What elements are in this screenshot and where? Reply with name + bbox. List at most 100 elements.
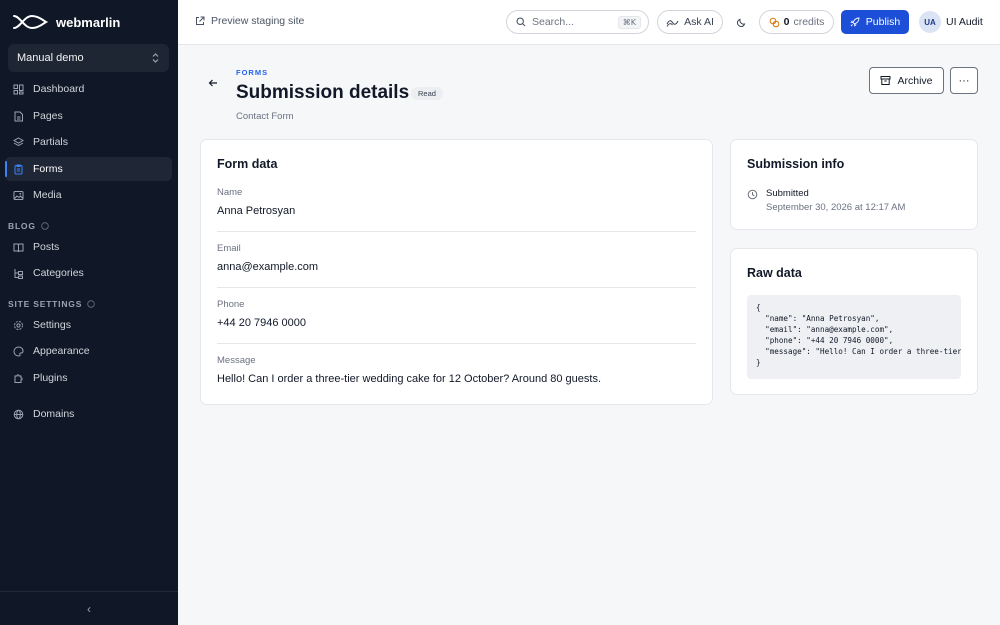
section-label-site-settings: SITE SETTINGS xyxy=(8,299,95,309)
search-shortcut: ⌘K xyxy=(617,15,641,29)
app-name: webmarlin xyxy=(56,14,121,30)
page-title: Submission details xyxy=(236,82,410,103)
sidebar-item-label: Partials xyxy=(33,136,69,148)
submitted-label: Submitted xyxy=(766,188,809,199)
form-icon xyxy=(14,164,23,174)
sidebar-item-media[interactable]: Media xyxy=(5,183,172,207)
ask-ai-label: Ask AI xyxy=(684,16,714,28)
back-button[interactable] xyxy=(205,75,221,91)
card-title: Submission info xyxy=(747,157,845,171)
more-icon: ··· xyxy=(958,74,970,87)
sidebar-item-posts[interactable]: Posts xyxy=(5,235,172,259)
raw-json-block[interactable]: { "name": "Anna Petrosyan", "email": "an… xyxy=(747,295,961,379)
submitted-row: Submitted September 30, 2026 at 12:17 AM xyxy=(747,188,905,213)
palette-icon xyxy=(13,345,24,357)
sidebar-item-label: Pages xyxy=(33,110,63,122)
field-label: Email xyxy=(217,243,241,254)
divider xyxy=(217,287,696,288)
logo[interactable]: webmarlin xyxy=(12,12,120,32)
collapse-sidebar-button[interactable]: ‹ xyxy=(0,591,178,625)
avatar[interactable]: UA xyxy=(919,11,941,33)
status-badge: Read xyxy=(411,87,443,100)
divider xyxy=(217,343,696,344)
sidebar-item-label: Settings xyxy=(33,319,71,331)
field-label: Phone xyxy=(217,299,245,310)
search-placeholder: Search... xyxy=(532,16,575,28)
chevron-up-down-icon xyxy=(152,53,159,63)
user-name[interactable]: UI Audit xyxy=(946,16,983,28)
more-options-button[interactable]: ··· xyxy=(950,67,978,94)
globe-icon xyxy=(13,409,24,419)
submission-info-card: Submission info Submitted September 30, … xyxy=(730,139,978,230)
sidebar-item-label: Plugins xyxy=(33,372,68,384)
credits-label: credits xyxy=(793,16,825,28)
sidebar-item-settings[interactable]: Settings xyxy=(5,313,172,337)
form-data-card: Form data Name Anna Petrosyan Email anna… xyxy=(200,139,713,405)
external-link-icon xyxy=(196,16,205,25)
sidebar-item-partials[interactable]: Partials xyxy=(5,130,172,154)
form-name: Contact Form xyxy=(236,111,294,122)
sidebar: webmarlin Manual demo Dashboard Pages Pa… xyxy=(0,0,178,625)
workspace-name: Manual demo xyxy=(17,52,84,64)
sidebar-item-domains[interactable]: Domains xyxy=(5,402,172,426)
ask-ai-button[interactable]: Ask AI xyxy=(657,10,723,34)
sidebar-item-label: Dashboard xyxy=(33,83,85,95)
breadcrumb[interactable]: FORMS xyxy=(236,68,268,77)
credits-button[interactable]: 0 credits xyxy=(759,10,834,34)
sidebar-item-label: Posts xyxy=(33,241,60,253)
preview-label: Preview staging site xyxy=(211,15,305,27)
fish-logo-icon xyxy=(13,14,48,30)
raw-json-text: { "name": "Anna Petrosyan", "email": "an… xyxy=(756,303,961,367)
sidebar-item-dashboard[interactable]: Dashboard xyxy=(5,77,172,101)
field-message: Message Hello! Can I order a three-tier … xyxy=(217,355,696,385)
preview-staging-link[interactable]: Preview staging site xyxy=(195,15,304,27)
sidebar-item-label: Appearance xyxy=(33,345,90,357)
arrow-left-icon xyxy=(208,79,217,87)
page-icon xyxy=(14,111,23,121)
search-icon xyxy=(516,17,526,27)
sidebar-item-label: Categories xyxy=(33,267,84,279)
sidebar-item-categories[interactable]: Categories xyxy=(5,261,172,285)
layers-icon xyxy=(13,136,24,146)
sidebar-item-label: Forms xyxy=(33,163,63,175)
gear-icon xyxy=(14,320,23,330)
theme-toggle-button[interactable] xyxy=(732,13,750,31)
section-label-blog: BLOG xyxy=(8,221,49,231)
info-icon xyxy=(87,300,95,308)
wave-icon xyxy=(666,19,679,27)
chevron-left-icon: ‹ xyxy=(87,601,91,616)
archive-button[interactable]: Archive xyxy=(869,67,944,94)
credits-count: 0 xyxy=(783,16,790,28)
card-title: Raw data xyxy=(747,266,802,280)
workspace-selector[interactable]: Manual demo xyxy=(8,44,169,72)
search-input[interactable]: Search... ⌘K xyxy=(506,10,649,34)
archive-icon xyxy=(880,76,891,85)
moon-icon xyxy=(736,18,745,27)
sidebar-item-label: Domains xyxy=(33,408,75,420)
category-icon xyxy=(14,268,23,279)
card-title: Form data xyxy=(217,157,278,171)
divider xyxy=(217,231,696,232)
topbar: Preview staging site Search... ⌘K Ask AI… xyxy=(178,0,1000,45)
field-value: anna@example.com xyxy=(217,261,319,273)
archive-label: Archive xyxy=(897,74,933,87)
dashboard-icon xyxy=(13,84,24,94)
sidebar-item-forms[interactable]: Forms xyxy=(5,157,172,181)
publish-label: Publish xyxy=(865,16,901,28)
field-label: Name xyxy=(217,187,243,198)
submitted-date: September 30, 2026 at 12:17 AM xyxy=(766,202,906,213)
sidebar-item-pages[interactable]: Pages xyxy=(5,104,172,128)
clock-icon xyxy=(747,189,758,200)
publish-button[interactable]: Publish xyxy=(841,10,909,34)
field-value: +44 20 7946 0000 xyxy=(217,317,307,329)
field-name: Name Anna Petrosyan xyxy=(217,187,696,217)
field-email: Email anna@example.com xyxy=(217,243,696,273)
sidebar-item-label: Media xyxy=(33,189,62,201)
puzzle-icon xyxy=(14,373,23,383)
field-value: Anna Petrosyan xyxy=(217,205,296,217)
sidebar-item-appearance[interactable]: Appearance xyxy=(5,339,172,363)
field-phone: Phone +44 20 7946 0000 xyxy=(217,299,696,329)
info-icon xyxy=(41,222,49,230)
sidebar-item-plugins[interactable]: Plugins xyxy=(5,366,172,390)
field-label: Message xyxy=(217,355,256,366)
